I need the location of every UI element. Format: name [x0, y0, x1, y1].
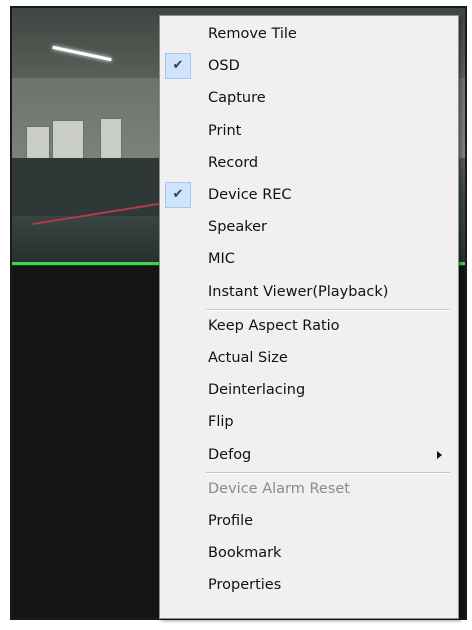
checkmark-icon: ✔	[165, 53, 191, 80]
menu-item-device-rec[interactable]: ✔ Device REC	[162, 181, 456, 209]
menu-item-osd[interactable]: ✔ OSD	[162, 52, 456, 80]
menu-item-label: Device REC	[208, 187, 292, 203]
menu-item-remove-tile[interactable]: Remove Tile	[162, 20, 456, 48]
menu-item-properties[interactable]: Properties	[162, 571, 456, 599]
menu-item-label: Speaker	[208, 219, 267, 236]
checkmark-icon: ✔	[165, 182, 191, 208]
menu-item-mic[interactable]: MIC	[162, 245, 456, 273]
menu-item-label: MIC	[208, 251, 235, 268]
menu-item-instant-viewer-playback[interactable]: Instant Viewer(Playback)	[162, 278, 456, 306]
menu-item-label: Print	[208, 122, 242, 139]
menu-item-label: Bookmark	[208, 545, 282, 562]
menu-item-keep-aspect-ratio[interactable]: Keep Aspect Ratio	[162, 312, 456, 340]
video-wall-panel	[100, 118, 122, 160]
submenu-arrow-icon	[437, 450, 442, 459]
menu-item-label: Deinterlacing	[208, 382, 306, 399]
menu-item-label: Remove Tile	[208, 26, 297, 42]
menu-item-label: Flip	[208, 414, 234, 431]
menu-item-actual-size[interactable]: Actual Size	[162, 344, 456, 372]
menu-item-label: Profile	[208, 513, 254, 529]
menu-item-label: Record	[208, 154, 259, 171]
video-equipment-rack	[12, 158, 162, 218]
menu-item-flip[interactable]: Flip	[162, 408, 456, 436]
menu-separator	[206, 308, 450, 311]
menu-item-print[interactable]: Print	[162, 117, 456, 145]
menu-item-bookmark[interactable]: Bookmark	[162, 539, 456, 567]
menu-item-label: Actual Size	[208, 350, 288, 366]
menu-item-label: Keep Aspect Ratio	[208, 317, 340, 334]
menu-item-label: Instant Viewer(Playback)	[208, 283, 389, 300]
menu-item-speaker[interactable]: Speaker	[162, 213, 456, 241]
menu-item-label: Device Alarm Reset	[208, 480, 350, 497]
menu-item-capture[interactable]: Capture	[162, 84, 456, 112]
menu-item-record[interactable]: Record	[162, 149, 456, 177]
menu-item-deinterlacing[interactable]: Deinterlacing	[162, 376, 456, 404]
menu-item-label: Capture	[208, 90, 266, 107]
menu-item-device-alarm-reset: Device Alarm Reset	[162, 475, 456, 503]
menu-item-profile[interactable]: Profile	[162, 507, 456, 535]
menu-item-label: OSD	[208, 58, 240, 75]
menu-item-defog[interactable]: Defog	[162, 441, 456, 469]
context-menu: Remove Tile ✔ OSD Capture Print Record ✔ Device…	[159, 15, 459, 619]
menu-item-label: Defog	[208, 446, 252, 463]
menu-item-label: Properties	[208, 577, 282, 594]
menu-separator	[206, 471, 450, 474]
